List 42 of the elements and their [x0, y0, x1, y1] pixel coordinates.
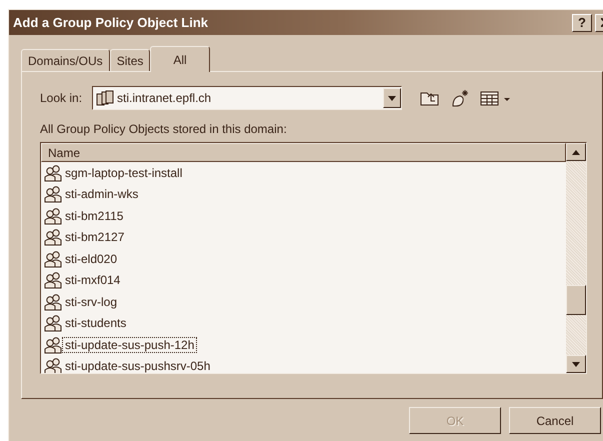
list-item[interactable]: sti-update-sus-push-12h: [63, 338, 196, 352]
domain-icon: [96, 90, 114, 106]
list-item[interactable]: sti-bm2115: [63, 208, 126, 223]
scroll-up-button[interactable]: [566, 143, 586, 161]
folder-up-icon[interactable]: [420, 90, 440, 106]
scroll-down-button[interactable]: [566, 355, 586, 373]
group-policy-icon: [44, 185, 62, 204]
scroll-thumb[interactable]: [566, 285, 586, 315]
group-policy-icon: [44, 336, 62, 354]
tab[interactable]: Domains/OUs: [21, 49, 110, 71]
list-item[interactable]: sti-update-sus-pushsrv-05h: [63, 359, 212, 373]
list-item[interactable]: sti-srv-log: [63, 294, 120, 309]
list-item[interactable]: sti-eld020: [63, 252, 120, 266]
group-policy-icon: [44, 357, 62, 373]
scrollbar[interactable]: [566, 143, 586, 373]
list-item[interactable]: sgm-laptop-test-install: [63, 166, 184, 180]
list-item[interactable]: sti-admin-wks: [63, 187, 140, 202]
group-policy-icon: [44, 164, 62, 182]
down-arrow-icon: [572, 362, 580, 366]
dropdown-arrow-button[interactable]: [383, 88, 402, 108]
list-caption: All Group Policy Objects stored in this domain:: [40, 122, 288, 136]
view-menu-icon[interactable]: [480, 90, 512, 106]
list-item[interactable]: sti-mxf014: [63, 273, 122, 288]
group-policy-icon: [44, 271, 62, 290]
group-policy-icon: [44, 314, 62, 332]
down-arrow-icon: [388, 96, 396, 100]
look-in-label: Look in:: [40, 91, 82, 105]
help-button[interactable]: ?: [572, 14, 592, 32]
cancel-button[interactable]: Cancel: [509, 407, 601, 434]
list-item[interactable]: sti-bm2127: [63, 230, 126, 244]
group-policy-icon: [44, 250, 62, 268]
name-column-header[interactable]: Name: [41, 143, 566, 162]
list-item[interactable]: sti-students: [63, 316, 128, 330]
group-policy-icon: [44, 292, 62, 311]
tab[interactable]: Sites: [110, 49, 150, 71]
group-policy-icon: [44, 228, 62, 246]
group-policy-icon: [44, 206, 62, 225]
window-title: Add a Group Policy Object Link: [13, 15, 210, 30]
look-in-dropdown[interactable]: sti.intranet.epfl.ch: [92, 86, 402, 110]
sparkle-icon[interactable]: [450, 89, 470, 107]
up-arrow-icon: [572, 150, 580, 154]
tab[interactable]: All: [150, 46, 210, 72]
